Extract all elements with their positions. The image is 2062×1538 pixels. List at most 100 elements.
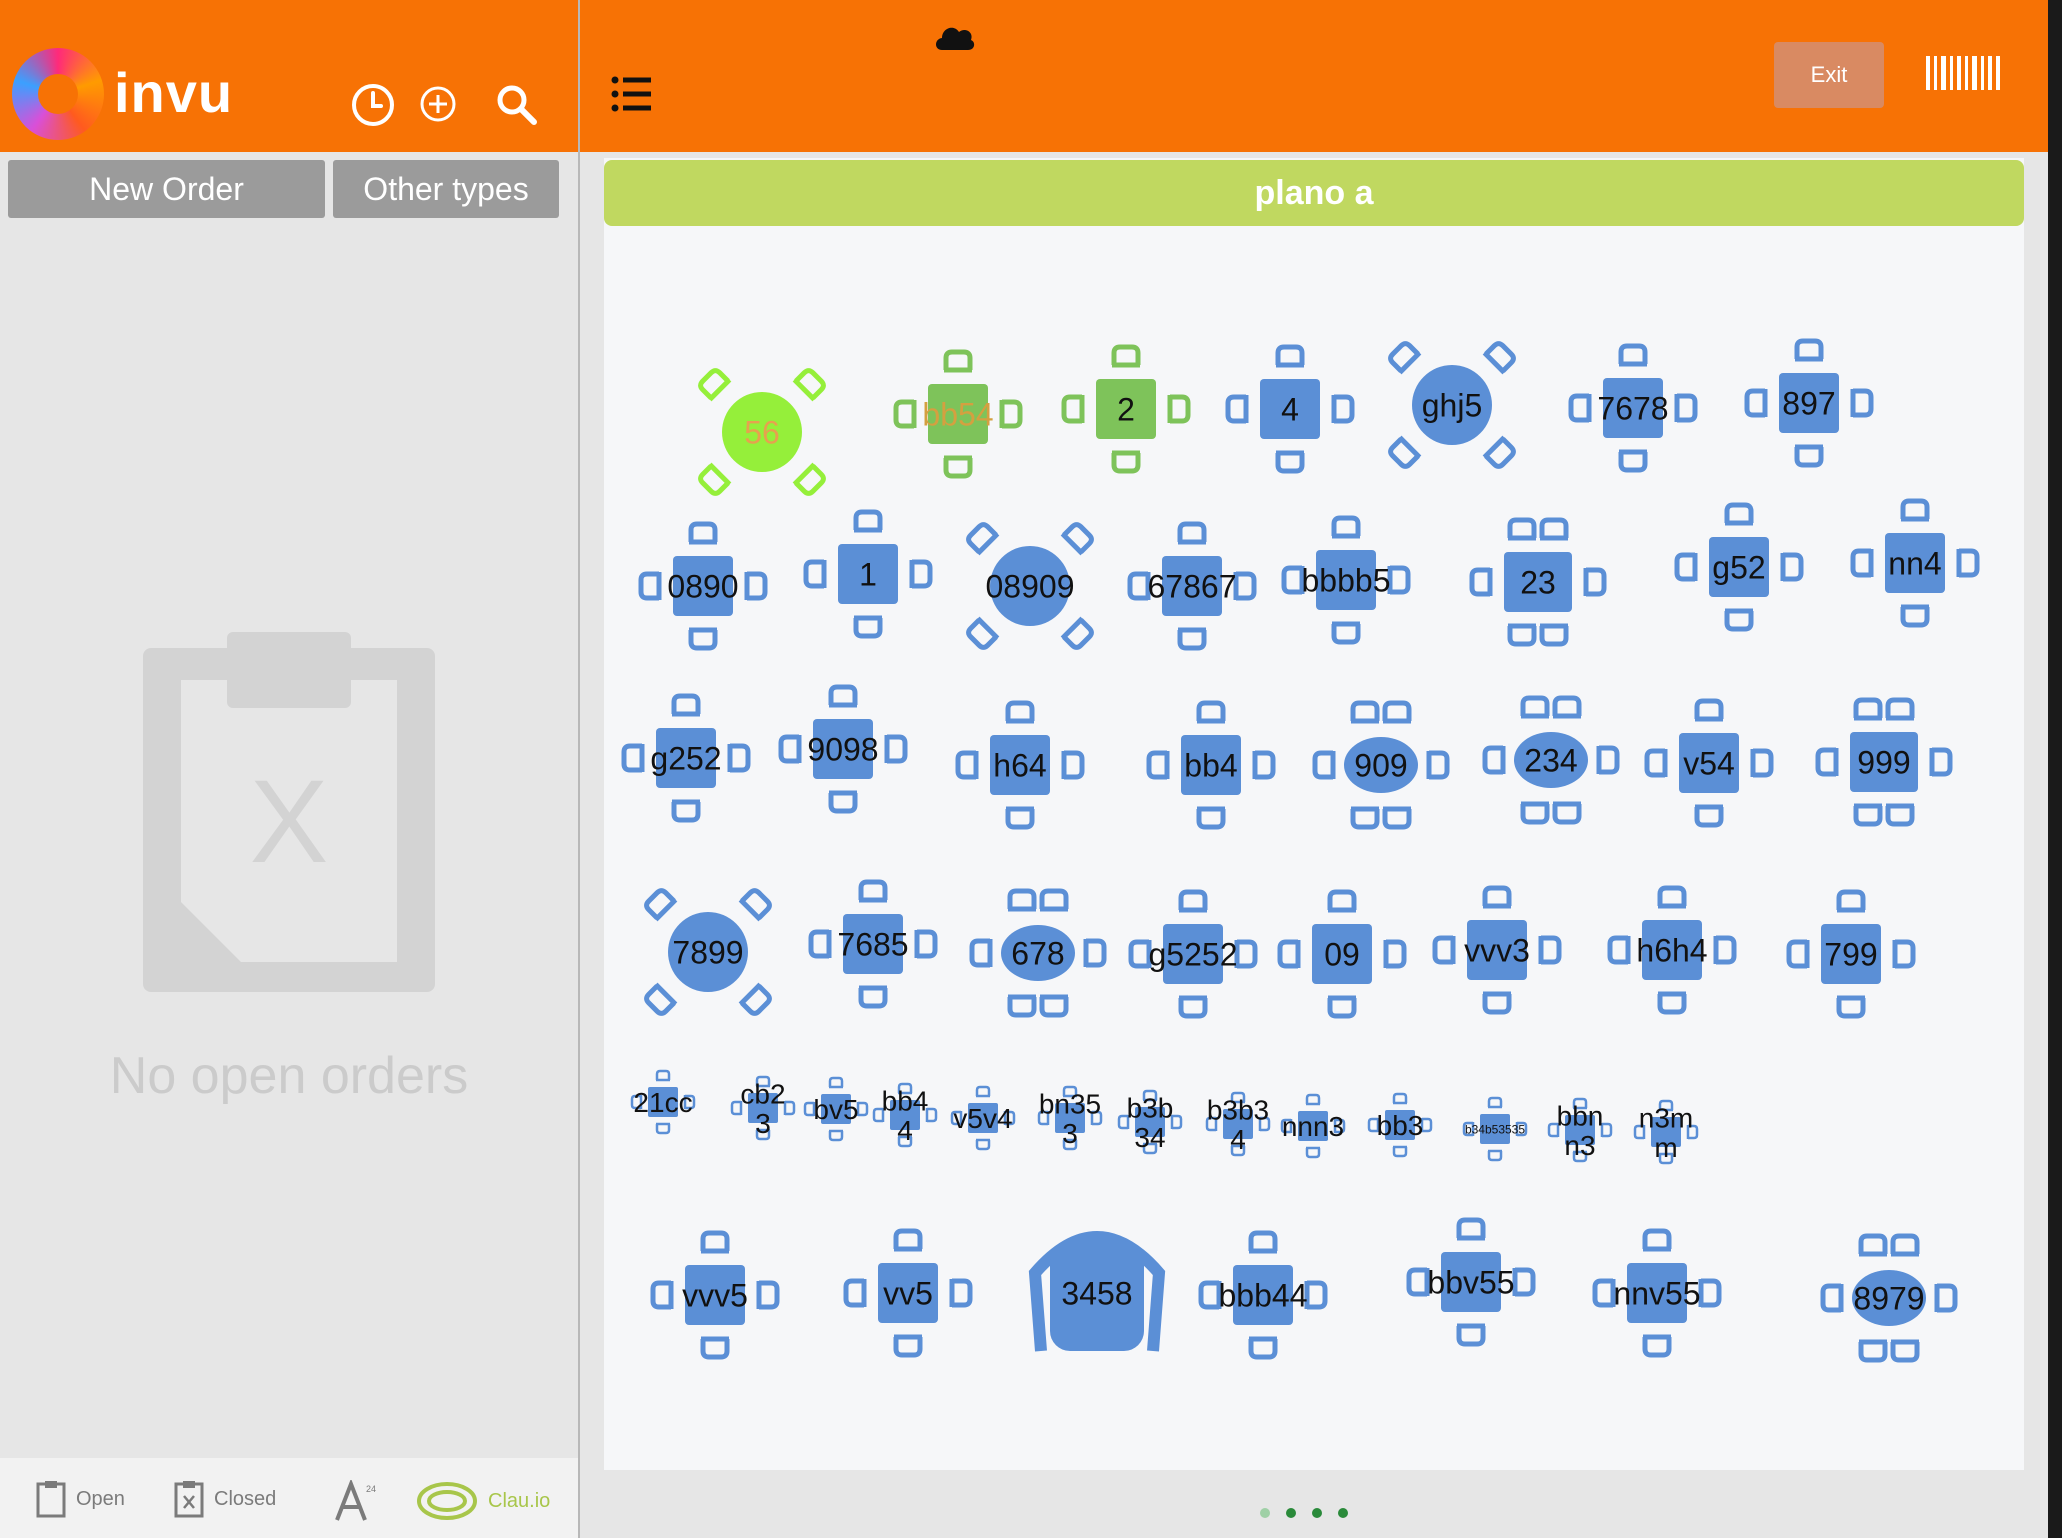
table-56[interactable]: 56 [697, 367, 827, 497]
chair-icon [1061, 750, 1085, 780]
table-nn4[interactable]: nn4 [1850, 498, 1980, 628]
chair-icon [858, 985, 888, 1009]
table-label: 909 [1354, 748, 1407, 784]
table-1[interactable]: 1 [803, 509, 933, 639]
chair-icon [1388, 341, 1422, 375]
chair-icon [1850, 548, 1874, 578]
table-799[interactable]: 799 [1786, 889, 1916, 1019]
chair-icon [1312, 750, 1336, 780]
table-label: m [1654, 1132, 1677, 1163]
chair-icon [698, 462, 732, 496]
chair-icon [655, 1122, 671, 1135]
chair-icon [1388, 435, 1422, 469]
table-vvv3[interactable]: vvv3 [1432, 885, 1562, 1015]
table-678[interactable]: 678 [969, 888, 1107, 1018]
table-999[interactable]: 999 [1815, 697, 1953, 827]
table-bv5[interactable]: bv5 [803, 1076, 869, 1142]
table-cb23[interactable]: cb23 [730, 1075, 796, 1141]
table-vvv5[interactable]: vvv5 [650, 1230, 780, 1360]
chair-icon [1482, 745, 1506, 775]
chair-icon [1780, 552, 1804, 582]
page-dot[interactable] [1312, 1508, 1322, 1518]
table-897[interactable]: 897 [1744, 338, 1874, 468]
chair-icon [738, 982, 772, 1016]
chair-icon [1060, 616, 1094, 650]
table-b3b34[interactable]: b3b34 [1117, 1089, 1183, 1155]
table-2[interactable]: 2 [1061, 344, 1191, 474]
table-label: 8979 [1853, 1281, 1924, 1317]
table-bbnn3[interactable]: bbnn3 [1547, 1097, 1613, 1163]
table-h6h4[interactable]: h6h4 [1607, 885, 1737, 1015]
table-4[interactable]: 4 [1225, 344, 1355, 474]
chair-icon [1225, 394, 1249, 424]
table-bb3[interactable]: bb3 [1367, 1092, 1433, 1158]
table-label: bb4 [882, 1085, 929, 1116]
chair-icon [1233, 571, 1257, 601]
table-08909[interactable]: 08909 [965, 521, 1095, 651]
table-bn353[interactable]: bn353 [1037, 1085, 1103, 1151]
table-bb44[interactable]: bb44 [872, 1082, 938, 1148]
chair-icon [1178, 995, 1208, 1019]
table-8979[interactable]: 8979 [1820, 1233, 1958, 1363]
table-09[interactable]: 09 [1277, 889, 1407, 1019]
page-dot[interactable] [1260, 1508, 1270, 1518]
table-3458[interactable]: 3458 [1028, 1231, 1166, 1352]
page-dot[interactable] [1338, 1508, 1348, 1518]
table-g52[interactable]: g52 [1674, 502, 1804, 632]
chair-icon [858, 879, 888, 903]
table-bb4[interactable]: bb4 [1146, 700, 1276, 830]
chair-icon [738, 888, 772, 922]
table-bb54[interactable]: bb54 [893, 349, 1023, 479]
table-label: bb54 [922, 397, 993, 433]
table-67867[interactable]: 67867 [1127, 521, 1257, 651]
table-7685[interactable]: 7685 [808, 879, 938, 1009]
table-909[interactable]: 909 [1312, 700, 1450, 830]
table-label: 3 [755, 1108, 771, 1139]
table-g5252[interactable]: g5252 [1128, 889, 1258, 1019]
chair-icon [1061, 394, 1085, 424]
chair-icon [1929, 747, 1953, 777]
table-b3b34[interactable]: b3b34 [1205, 1091, 1271, 1157]
table-label: 09 [1324, 937, 1360, 973]
table-7678[interactable]: 7678 [1568, 343, 1698, 473]
table-g252[interactable]: g252 [621, 693, 751, 823]
table-9098[interactable]: 9098 [778, 684, 908, 814]
table-label: 3 [1062, 1118, 1078, 1149]
table-label: 9098 [807, 732, 878, 768]
table-234[interactable]: 234 [1482, 695, 1620, 825]
table-v5v4[interactable]: v5v4 [950, 1085, 1016, 1151]
chair-icon [1456, 1217, 1486, 1241]
chair-icon [1885, 697, 1915, 721]
table-label: nnv55 [1613, 1276, 1700, 1312]
table-7899[interactable]: 7899 [643, 887, 773, 1017]
page-dot[interactable] [1286, 1508, 1296, 1518]
table-n3mm[interactable]: n3mm [1633, 1099, 1699, 1165]
table-ghj5[interactable]: ghj5 [1387, 340, 1517, 470]
table-bbb44[interactable]: bbb44 [1198, 1230, 1328, 1360]
table-0890[interactable]: 0890 [638, 521, 768, 651]
table-h64[interactable]: h64 [955, 700, 1085, 830]
table-v54[interactable]: v54 [1644, 698, 1774, 828]
chair-icon [1305, 1093, 1321, 1106]
table-23[interactable]: 23 [1469, 517, 1607, 647]
chair-icon [943, 455, 973, 479]
table-bbv55[interactable]: bbv55 [1406, 1217, 1536, 1347]
chair-icon [966, 522, 1000, 556]
chair-icon [914, 929, 938, 959]
table-21cc[interactable]: 21cc [630, 1069, 696, 1135]
chair-icon [1900, 604, 1930, 628]
chair-icon [1456, 1323, 1486, 1347]
table-vv5[interactable]: vv5 [843, 1228, 973, 1358]
chair-icon [655, 1069, 671, 1082]
table-label: b34b53535 [1465, 1122, 1525, 1136]
table-nnv55[interactable]: nnv55 [1592, 1228, 1722, 1358]
table-label: g52 [1712, 550, 1765, 586]
chair-icon [1196, 700, 1226, 724]
table-b34b53535[interactable]: b34b53535 [1462, 1096, 1528, 1162]
page-indicator[interactable] [1260, 1508, 1348, 1518]
table-bbbb5[interactable]: bbbb5 [1281, 515, 1411, 645]
chair-icon [700, 1336, 730, 1360]
chair-icon [1482, 341, 1516, 375]
table-nnn3[interactable]: nnn3 [1280, 1093, 1346, 1159]
chair-icon [1538, 935, 1562, 965]
